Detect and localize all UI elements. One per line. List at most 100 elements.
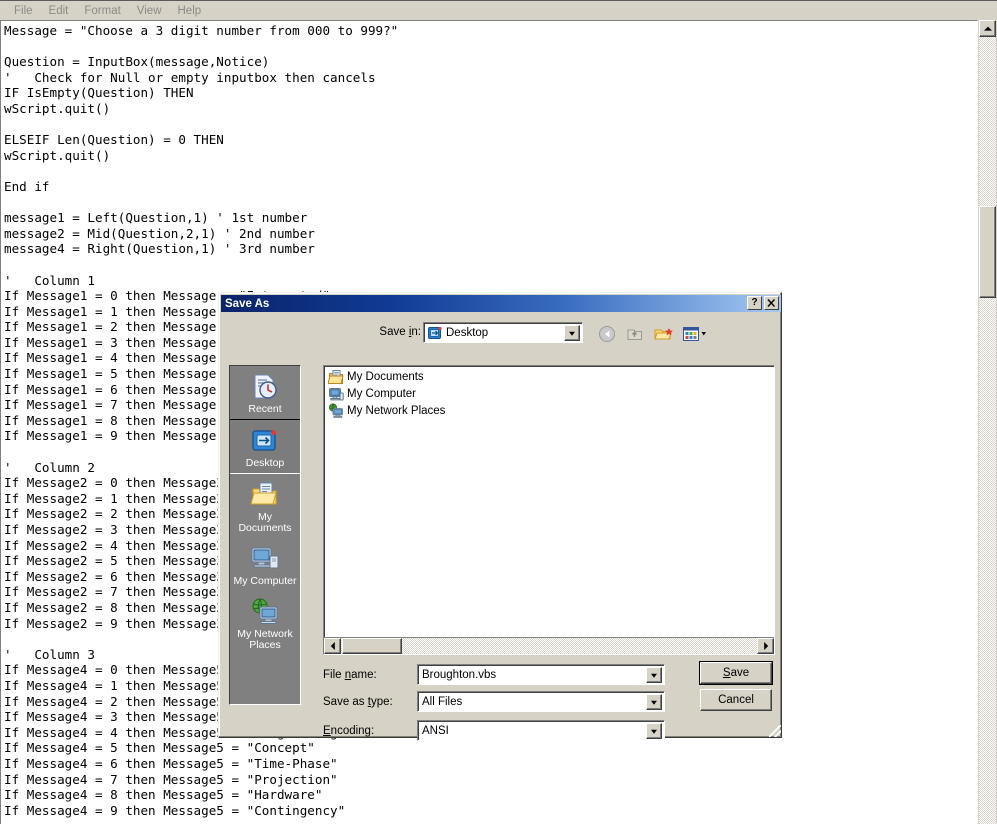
dialog-title-bar[interactable]: Save As ? xyxy=(221,295,781,312)
my-documents-small-glyph xyxy=(327,369,344,384)
file-list-item[interactable]: My Computer xyxy=(324,385,774,402)
recent-glyph xyxy=(254,374,277,399)
file-name-label-pre: File xyxy=(323,669,345,681)
scroll-up-button[interactable] xyxy=(979,20,996,37)
dialog-title: Save As xyxy=(225,297,270,310)
file-list-item[interactable]: My Network Places xyxy=(324,402,774,419)
place-label: My Network Places xyxy=(237,628,293,651)
cancel-button-label: Cancel xyxy=(718,694,754,706)
scroll-right-button[interactable] xyxy=(757,638,774,654)
back-icon[interactable] xyxy=(597,324,619,346)
save-button[interactable]: Save xyxy=(700,662,772,684)
desktop-glyph xyxy=(252,429,277,451)
resize-grip[interactable] xyxy=(769,725,781,737)
network-glyph xyxy=(252,598,278,624)
encoding-combobox[interactable]: ANSI xyxy=(417,720,665,741)
place-label: Desktop xyxy=(245,457,285,469)
network-small-glyph xyxy=(329,403,343,418)
menu-bar: File Edit Format View Help xyxy=(0,2,997,20)
encoding-label-mnemonic: E xyxy=(323,725,331,737)
file-list-horizontal-scrollbar[interactable] xyxy=(324,637,774,654)
back-glyph xyxy=(599,326,615,342)
scroll-left-button[interactable] xyxy=(324,638,341,654)
file-name-value: Broughton.vbs xyxy=(422,668,497,681)
views-icon[interactable] xyxy=(681,324,709,346)
save-as-dialog: Save As ? Save in: Desktop Recent Deskto… xyxy=(218,292,783,741)
save-button-mnemonic: S xyxy=(722,667,731,679)
my-computer-small-icon xyxy=(328,386,344,402)
menu-item-format[interactable]: Format xyxy=(76,3,128,19)
save-as-type-combobox[interactable]: All Files xyxy=(417,691,665,712)
up-one-level-icon[interactable] xyxy=(625,324,647,346)
scroll-right-arrow-icon xyxy=(763,642,768,650)
desktop-small-icon xyxy=(427,325,443,341)
place-my-network-places[interactable]: My Network Places xyxy=(230,591,300,655)
screen: File Edit Format View Help Message = "Ch… xyxy=(0,0,997,824)
save-in-combobox[interactable]: Desktop xyxy=(423,322,583,343)
save-in-label: Save in: xyxy=(319,326,421,338)
menu-item-help[interactable]: Help xyxy=(170,3,210,19)
file-name-label: My Documents xyxy=(347,370,424,383)
menu-item-edit[interactable]: Edit xyxy=(41,3,77,19)
places-bar: Recent Desktop My Documents My Computer … xyxy=(229,365,301,705)
dialog-toolbar xyxy=(597,324,709,346)
encoding-value: ANSI xyxy=(422,724,449,737)
up-folder-glyph xyxy=(627,329,642,340)
place-recent[interactable]: Recent xyxy=(230,366,300,419)
scroll-left-arrow-icon xyxy=(330,642,335,650)
cancel-button[interactable]: Cancel xyxy=(700,689,772,711)
save-in-value: Desktop xyxy=(446,326,489,339)
encoding-label-post: ncoding: xyxy=(330,725,375,737)
save-in-dropdown-arrow-icon[interactable] xyxy=(564,325,580,341)
my-computer-glyph xyxy=(251,547,279,569)
create-new-folder-icon[interactable] xyxy=(653,324,675,346)
file-list-item[interactable]: My Documents xyxy=(324,368,774,385)
place-label: My Documents xyxy=(238,511,292,534)
file-name-label: File name: xyxy=(323,669,413,681)
encoding-dropdown-arrow-icon[interactable] xyxy=(646,723,662,739)
my-documents-icon xyxy=(249,480,281,510)
save-as-type-label-pre: Save as xyxy=(323,696,368,708)
help-button[interactable]: ? xyxy=(747,296,762,310)
file-name-dropdown-arrow-icon[interactable] xyxy=(646,667,662,683)
title-bar-buttons: ? xyxy=(747,296,779,310)
place-label: Recent xyxy=(248,403,282,415)
new-folder-glyph xyxy=(654,328,673,340)
vertical-scrollbar-thumb[interactable] xyxy=(979,206,996,298)
my-network-places-icon xyxy=(249,597,281,627)
file-list[interactable]: My Documents My Computer My Network Plac… xyxy=(323,365,775,655)
place-label: My Computer xyxy=(233,575,297,587)
place-my-documents[interactable]: My Documents xyxy=(230,474,300,538)
dialog-body: Save in: Desktop Recent Desktop My Docum… xyxy=(219,312,783,741)
editor-vertical-scrollbar[interactable] xyxy=(979,20,996,824)
save-as-type-label: Save as type: xyxy=(323,696,413,708)
save-as-type-value: All Files xyxy=(422,695,463,708)
desktop-glyph xyxy=(428,326,442,339)
save-as-type-label-post: ype: xyxy=(370,696,393,708)
my-network-places-small-icon xyxy=(328,403,344,419)
save-button-label: ave xyxy=(730,667,750,679)
menu-item-view[interactable]: View xyxy=(129,3,170,19)
recent-documents-icon xyxy=(249,372,281,402)
views-glyph xyxy=(683,327,706,341)
my-computer-small-glyph xyxy=(329,387,344,400)
encoding-label: Encoding: xyxy=(323,725,413,737)
save-in-label-post: n: xyxy=(411,326,421,338)
close-x-glyph xyxy=(767,299,776,307)
desktop-icon xyxy=(249,426,281,456)
file-name-label: My Network Places xyxy=(347,404,446,417)
scroll-up-arrow-icon xyxy=(983,26,992,31)
menu-item-file[interactable]: File xyxy=(6,3,41,19)
horizontal-scrollbar-thumb[interactable] xyxy=(342,638,402,654)
my-documents-folder-icon xyxy=(327,369,344,385)
close-icon[interactable] xyxy=(764,296,779,310)
my-computer-icon xyxy=(249,544,281,574)
save-as-type-dropdown-arrow-icon[interactable] xyxy=(646,694,662,710)
my-documents-glyph xyxy=(250,482,277,505)
file-name-input[interactable]: Broughton.vbs xyxy=(417,664,665,685)
file-name-label-post: ame: xyxy=(351,669,377,681)
file-name-label: My Computer xyxy=(347,387,417,400)
place-desktop[interactable]: Desktop xyxy=(230,419,300,474)
place-my-computer[interactable]: My Computer xyxy=(230,538,300,591)
save-in-label-pre: Save xyxy=(379,326,409,338)
